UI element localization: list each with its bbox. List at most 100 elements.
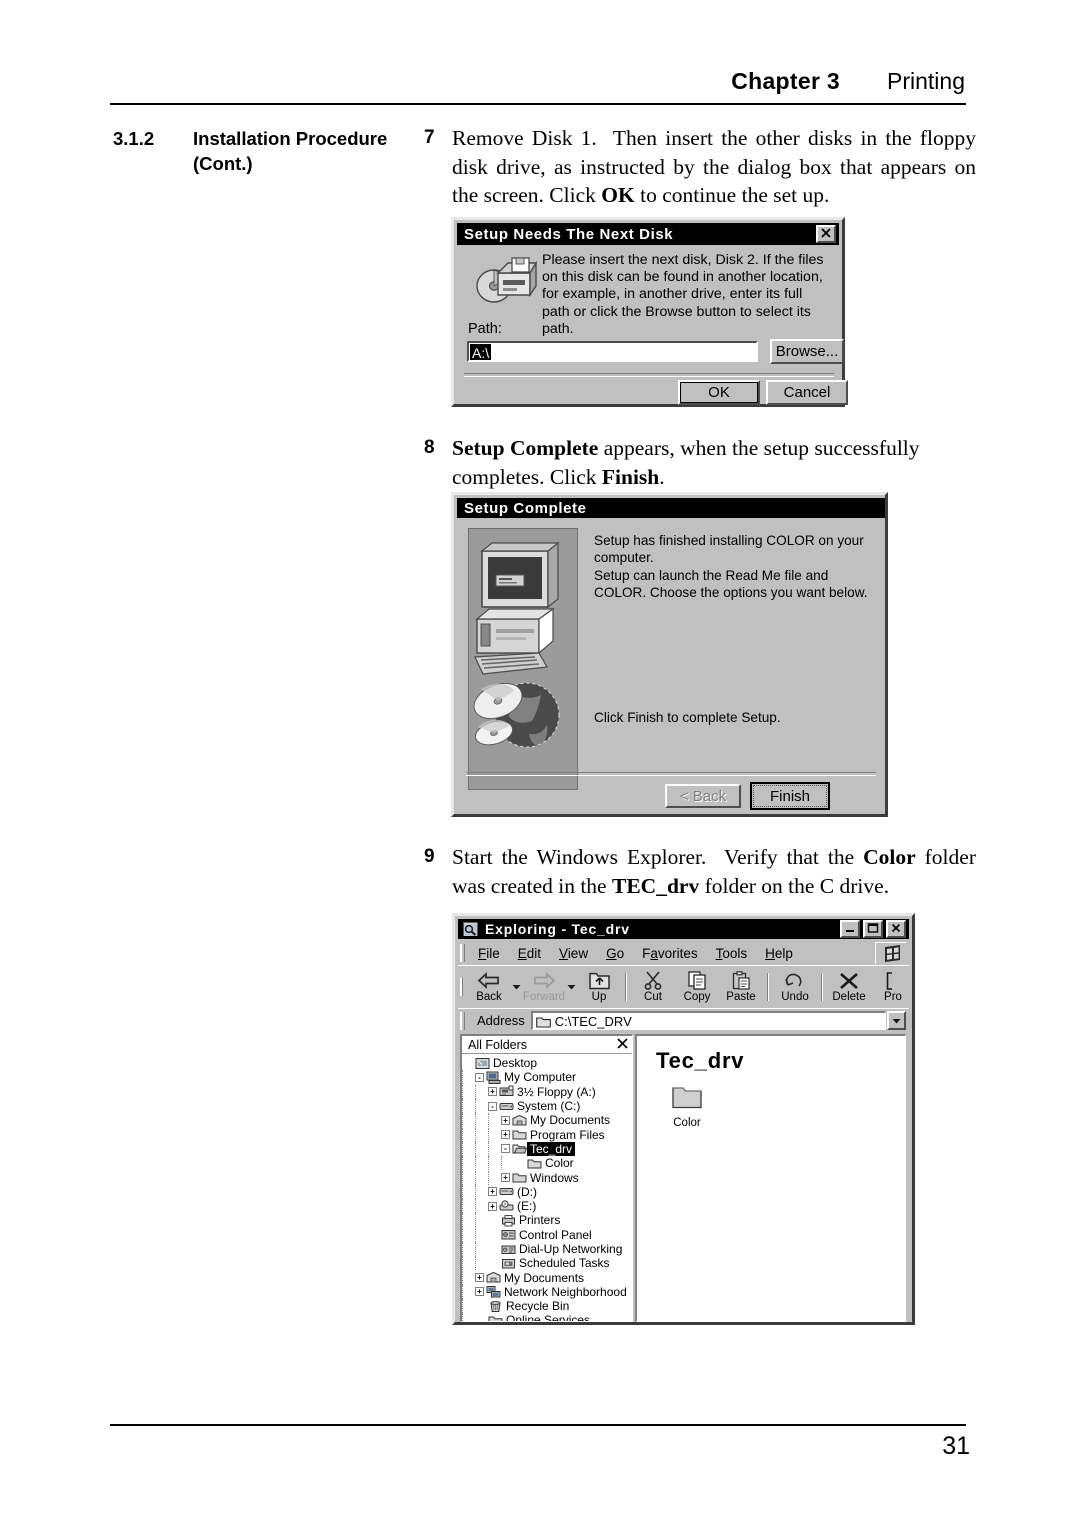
- explorer-toolbar[interactable]: Back Forward Up Cut Copy Paste Undo Dele…: [458, 965, 909, 1008]
- tree-indent-guide: [462, 1070, 475, 1085]
- undo-arrow-icon: [784, 970, 806, 991]
- folder-icon: [488, 1316, 503, 1321]
- document-page: Chapter 3 Printing 3.1.2 Installation Pr…: [0, 0, 1080, 1528]
- mydocs-icon: [486, 1271, 501, 1283]
- tree-item-label: My Documents: [504, 1270, 585, 1285]
- tree-item-list[interactable]: Desktop - My Computer +3½ Floppy (A:) - Syste…: [462, 1054, 632, 1322]
- toolbar-cut-button[interactable]: Cut: [631, 967, 675, 1007]
- addressbar-grip[interactable]: [460, 1011, 465, 1030]
- expand-icon[interactable]: +: [475, 1287, 484, 1297]
- address-input[interactable]: C:\TEC_DRV: [530, 1011, 886, 1030]
- back-dropdown-icon[interactable]: [511, 967, 522, 1007]
- tree-item-scheduled-tasks[interactable]: Scheduled Tasks: [462, 1256, 632, 1271]
- expand-icon[interactable]: +: [488, 1187, 497, 1197]
- setup-complete-title: Setup Complete: [464, 499, 587, 517]
- collapse-icon[interactable]: -: [488, 1101, 497, 1111]
- tree-header: All Folders: [462, 1036, 632, 1054]
- tree-item-label: (E:): [517, 1199, 537, 1214]
- tree-item-online-services[interactable]: Online Services: [462, 1313, 632, 1322]
- toolbar-paste-button[interactable]: Paste: [719, 967, 763, 1007]
- tree-item-program-files[interactable]: + Program Files: [462, 1127, 632, 1142]
- x-delete-icon: [839, 970, 859, 991]
- menubar-grip[interactable]: [460, 944, 465, 962]
- cancel-button[interactable]: Cancel: [766, 380, 848, 405]
- tree-item-control-panel[interactable]: Control Panel: [462, 1227, 632, 1242]
- tree-item-printers[interactable]: Printers: [462, 1213, 632, 1228]
- close-icon[interactable]: [816, 225, 836, 243]
- dialog-setup-needs-next-disk[interactable]: Setup Needs The Next Disk Please insert …: [451, 217, 848, 407]
- expand-icon[interactable]: +: [488, 1087, 497, 1097]
- tree-item-color[interactable]: Color: [462, 1156, 632, 1171]
- tree-item-my-documents[interactable]: + My Documents: [462, 1270, 632, 1285]
- expand-icon[interactable]: +: [501, 1130, 510, 1140]
- windows-explorer-window[interactable]: Exploring - Tec_drv File Edit View Go Fa…: [452, 913, 915, 1325]
- ok-button[interactable]: OK: [678, 380, 760, 405]
- dialog-setup-complete[interactable]: Setup Complete Setup has finished instal…: [451, 492, 888, 817]
- toolbar-grip[interactable]: [460, 978, 463, 996]
- collapse-icon[interactable]: -: [475, 1072, 484, 1082]
- menu-item-tools[interactable]: Tools: [707, 946, 757, 961]
- finish-button-label: Finish: [769, 787, 810, 805]
- step-8-text: Setup Complete appears, when the setup s…: [452, 436, 920, 489]
- toolbar-back-button[interactable]: Back: [467, 967, 511, 1007]
- dialog-message: Please insert the next disk, Disk 2. If …: [542, 252, 824, 337]
- menu-item-view[interactable]: View: [550, 946, 597, 961]
- tree-indent-guide: [462, 1141, 475, 1156]
- tree-indent-guide: [462, 1299, 475, 1314]
- tree-item-windows[interactable]: + Windows: [462, 1170, 632, 1185]
- browse-button[interactable]: Browse...: [770, 339, 844, 364]
- toolbar-undo-button[interactable]: Undo: [773, 967, 817, 1007]
- folder-tree-pane[interactable]: All Folders Desktop - My Computer +3½ Flopp…: [460, 1034, 633, 1322]
- forward-dropdown-icon[interactable]: [566, 967, 577, 1007]
- toolbar-up-button[interactable]: Up: [577, 967, 621, 1007]
- collapse-icon[interactable]: -: [501, 1144, 510, 1154]
- path-input[interactable]: A:\: [467, 341, 758, 362]
- menu-item-help[interactable]: Help: [756, 946, 802, 961]
- minimize-icon[interactable]: [840, 920, 860, 938]
- tree-item-d[interactable]: + (D:): [462, 1184, 632, 1199]
- ok-button-label: OK: [708, 384, 730, 401]
- tree-item-tec-drv[interactable]: - Tec_drv: [462, 1141, 632, 1156]
- file-list-pane[interactable]: Tec_drv Color: [635, 1034, 906, 1322]
- tree-item-desktop[interactable]: Desktop: [462, 1056, 632, 1070]
- expand-icon[interactable]: +: [475, 1273, 484, 1283]
- finish-button[interactable]: Finish: [750, 782, 830, 810]
- tree-item-label: Windows: [530, 1170, 579, 1185]
- menu-item-favorites[interactable]: Favorites: [633, 946, 707, 961]
- harddrive-icon: [499, 1188, 514, 1196]
- explorer-addressbar[interactable]: Address C:\TEC_DRV: [458, 1008, 909, 1032]
- tree-item-my-documents[interactable]: + My Documents: [462, 1113, 632, 1128]
- toolbar-forward-button[interactable]: Forward: [522, 967, 566, 1007]
- toolbar-properties-button[interactable]: Pro: [871, 967, 915, 1007]
- tree-indent-guide: [462, 1313, 475, 1321]
- expand-icon[interactable]: +: [488, 1201, 497, 1211]
- step-8-number: 8: [424, 437, 435, 458]
- tree-item-network-neighborhood[interactable]: + Network Neighborhood: [462, 1284, 632, 1299]
- tree-indent-guide: [462, 1184, 475, 1199]
- tree-item-my-computer[interactable]: - My Computer: [462, 1070, 632, 1085]
- address-dropdown-icon[interactable]: [887, 1011, 906, 1030]
- menu-item-file[interactable]: File: [469, 946, 509, 961]
- menu-item-edit[interactable]: Edit: [509, 946, 550, 961]
- expand-icon[interactable]: +: [501, 1173, 510, 1183]
- tree-item-3-floppy-a[interactable]: +3½ Floppy (A:): [462, 1084, 632, 1099]
- toolbar-delete-button[interactable]: Delete: [827, 967, 871, 1007]
- dialog-title: Setup Needs The Next Disk: [464, 225, 674, 243]
- browse-button-label: Browse...: [775, 343, 839, 360]
- close-icon[interactable]: [886, 920, 906, 938]
- scheduled-icon: [502, 1258, 515, 1269]
- tree-item-recycle-bin[interactable]: Recycle Bin: [462, 1299, 632, 1314]
- list-item-color-folder[interactable]: Color: [659, 1084, 715, 1129]
- back-arrow-icon: [477, 970, 501, 991]
- tree-item-dial-up-networking[interactable]: Dial-Up Networking: [462, 1242, 632, 1256]
- tree-item-label: Online Services: [506, 1313, 591, 1322]
- tree-indent-guide: [475, 1213, 488, 1228]
- toolbar-copy-button[interactable]: Copy: [675, 967, 719, 1007]
- expand-icon[interactable]: +: [501, 1115, 510, 1125]
- menu-item-go[interactable]: Go: [597, 946, 633, 961]
- explorer-menubar[interactable]: File Edit View Go Favorites Tools Help: [458, 941, 909, 965]
- tree-item-system-c[interactable]: - System (C:): [462, 1099, 632, 1114]
- tree-close-icon[interactable]: [617, 1038, 628, 1051]
- tree-item-e[interactable]: + (E:): [462, 1199, 632, 1214]
- maximize-icon[interactable]: [863, 920, 883, 938]
